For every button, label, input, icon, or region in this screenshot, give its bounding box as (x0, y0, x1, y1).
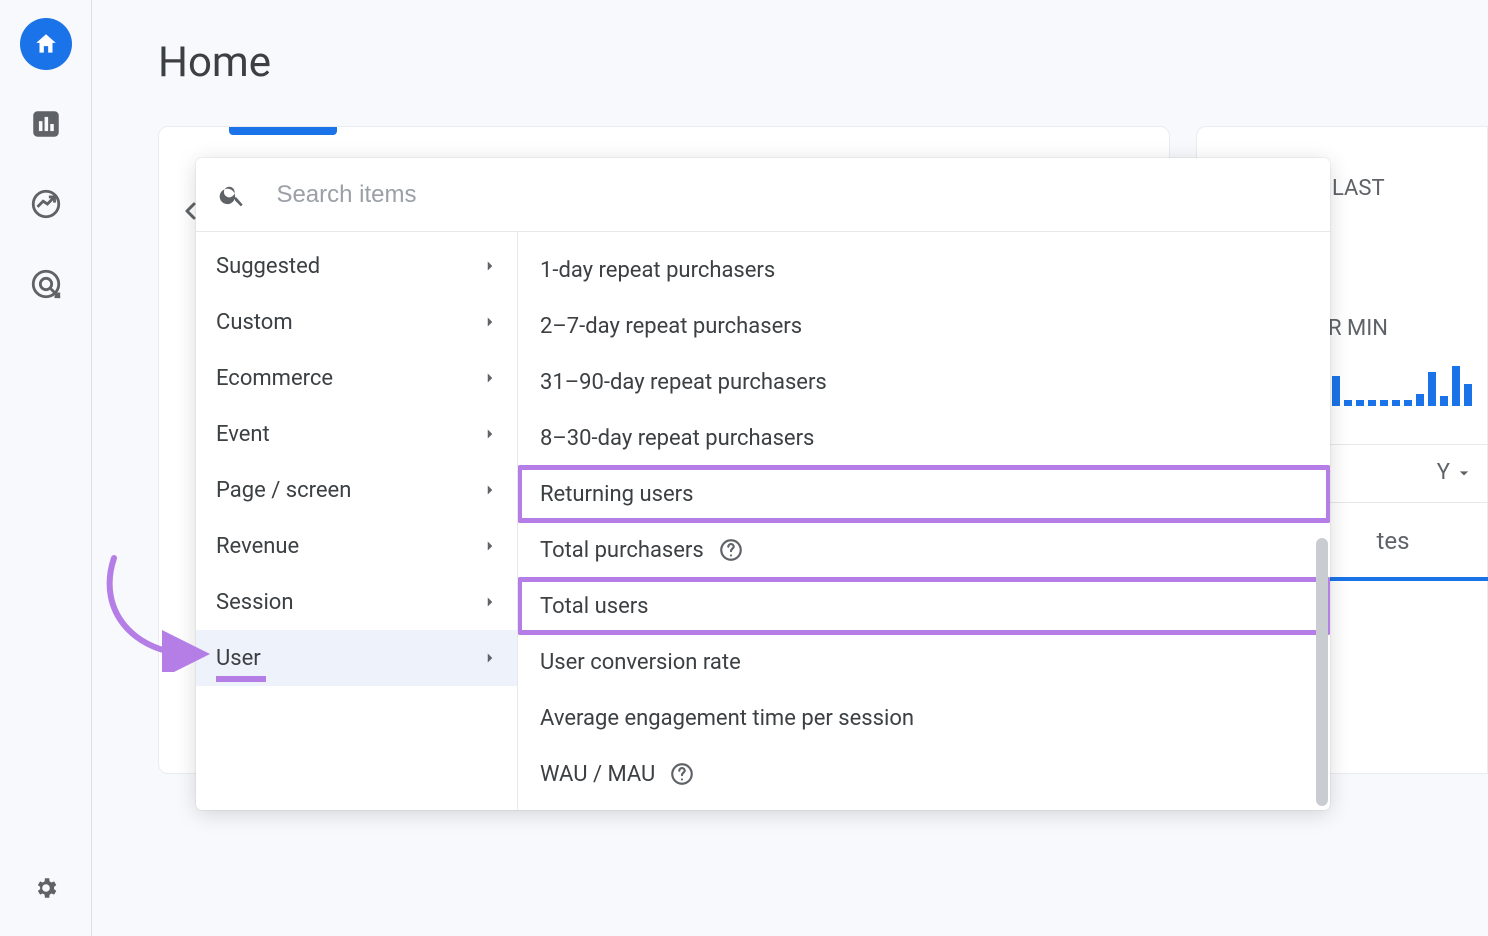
category-suggested[interactable]: Suggested (196, 238, 517, 294)
help-icon[interactable] (718, 537, 744, 563)
nav-explore-icon[interactable] (20, 178, 72, 230)
metric-label: Total users (540, 594, 649, 619)
category-list: Suggested Custom Ecommerce Event Page / scre… (196, 232, 518, 810)
category-revenue[interactable]: Revenue (196, 518, 517, 574)
category-custom[interactable]: Custom (196, 294, 517, 350)
chevron-right-icon (481, 537, 499, 555)
realtime-last-label: LAST (1332, 176, 1385, 201)
spark-bar (1368, 400, 1376, 406)
metric-label: WAU / MAU (540, 762, 655, 787)
spark-bar (1416, 394, 1424, 406)
category-label: Revenue (216, 534, 299, 559)
metric-2-7-day-repeat-purchasers[interactable]: 2–7-day repeat purchasers (518, 298, 1330, 354)
chevron-right-icon (481, 257, 499, 275)
metric-label: 2–7-day repeat purchasers (540, 314, 802, 339)
selected-tab-indicator (229, 127, 337, 135)
help-icon[interactable] (669, 761, 695, 787)
category-label: Custom (216, 310, 293, 335)
spark-bar (1380, 400, 1388, 406)
metric-label: 1-day repeat purchasers (540, 258, 775, 283)
spark-bar (1428, 372, 1436, 406)
metric-31-90-day-repeat-purchasers[interactable]: 31–90-day repeat purchasers (518, 354, 1330, 410)
metric-total-purchasers[interactable]: Total purchasers (518, 522, 1330, 578)
metric-returning-users[interactable]: Returning users (518, 466, 1330, 522)
category-label: Page / screen (216, 478, 351, 503)
chevron-right-icon (481, 425, 499, 443)
chevron-right-icon (481, 481, 499, 499)
chevron-right-icon (481, 593, 499, 611)
metric-label: Average engagement time per session (540, 706, 914, 731)
category-user[interactable]: User (196, 630, 517, 686)
metric-label: 31–90-day repeat purchasers (540, 370, 827, 395)
nav-settings-icon[interactable] (20, 862, 72, 914)
chevron-right-icon (481, 649, 499, 667)
metric-average-engagement-time-per-session[interactable]: Average engagement time per session (518, 690, 1330, 746)
category-label: Suggested (216, 254, 320, 279)
popup-search-row (196, 158, 1330, 232)
metric-label: Returning users (540, 482, 693, 507)
metric-label: User conversion rate (540, 650, 741, 675)
search-icon (218, 180, 246, 210)
spark-bar (1392, 400, 1400, 406)
metric-8-30-day-repeat-purchasers[interactable]: 8–30-day repeat purchasers (518, 410, 1330, 466)
nav-advertising-icon[interactable] (20, 258, 72, 310)
chevron-down-icon (1454, 463, 1474, 483)
metric-label: Total purchasers (540, 538, 704, 563)
category-ecommerce[interactable]: Ecommerce (196, 350, 517, 406)
category-label: Session (216, 590, 293, 615)
category-event[interactable]: Event (196, 406, 517, 462)
category-label: Ecommerce (216, 366, 333, 391)
metric-picker-popup: Suggested Custom Ecommerce Event Page / scre… (196, 158, 1330, 810)
scrollbar-thumb[interactable] (1316, 538, 1328, 806)
spark-bar (1452, 366, 1460, 406)
realtime-sparkline (1332, 362, 1482, 406)
country-dropdown-label: Y (1437, 460, 1450, 485)
spark-bar (1440, 396, 1448, 406)
metric-user-conversion-rate[interactable]: User conversion rate (518, 634, 1330, 690)
metric-label: 8–30-day repeat purchasers (540, 426, 814, 451)
nav-reports-icon[interactable] (20, 98, 72, 150)
search-input[interactable] (274, 180, 1308, 210)
page-title: Home (158, 38, 271, 87)
category-label: Event (216, 422, 270, 447)
metric-1-day-repeat-purchasers[interactable]: 1-day repeat purchasers (518, 242, 1330, 298)
category-page-screen[interactable]: Page / screen (196, 462, 517, 518)
left-nav-rail (0, 0, 92, 936)
spark-bar (1464, 384, 1472, 406)
metric-list: 1-day repeat purchasers 2–7-day repeat pu… (518, 232, 1330, 810)
spark-bar (1356, 400, 1364, 406)
spark-bar (1332, 376, 1340, 406)
realtime-per-minute-label: R MIN (1328, 316, 1388, 341)
chevron-right-icon (481, 369, 499, 387)
chevron-right-icon (481, 313, 499, 331)
metric-wau-mau[interactable]: WAU / MAU (518, 746, 1330, 802)
nav-home-icon[interactable] (20, 18, 72, 70)
spark-bar (1344, 400, 1352, 406)
category-label: User (216, 646, 261, 671)
metric-total-users[interactable]: Total users (518, 578, 1330, 634)
category-session[interactable]: Session (196, 574, 517, 630)
spark-bar (1404, 400, 1412, 406)
